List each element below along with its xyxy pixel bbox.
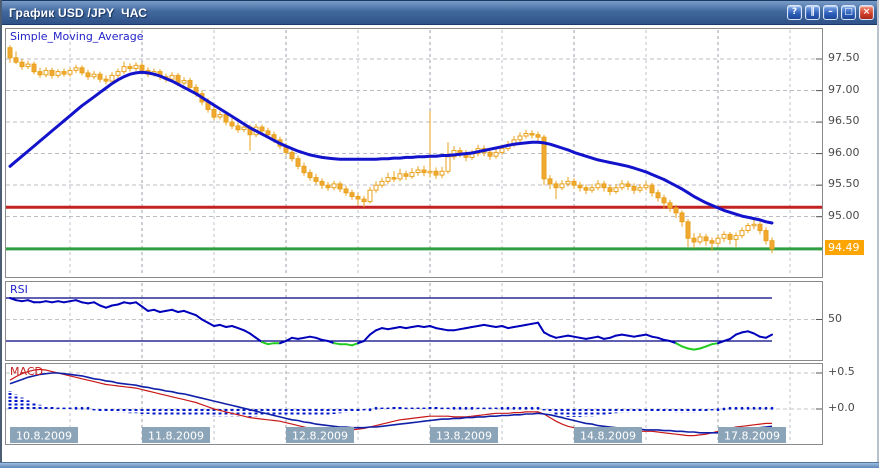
price-chart-canvas[interactable] — [6, 29, 822, 277]
date-box: 11.8.2009 — [142, 427, 210, 443]
svg-text:11.8.2009: 11.8.2009 — [148, 430, 204, 443]
window-bottom-frame — [0, 462, 879, 468]
price-axis-label: 95.50 — [828, 177, 860, 190]
rsi-line — [10, 298, 772, 350]
rsi-canvas[interactable] — [6, 282, 822, 360]
price-axis-label: 97.50 — [828, 51, 860, 64]
price-axis-label: 97.00 — [828, 83, 860, 96]
date-box: 12.8.2009 — [286, 427, 354, 443]
minimize-button[interactable]: – — [823, 5, 838, 20]
chart-window: График USD /JPY ЧАС ?‖–□× Simple_Moving_… — [0, 0, 879, 468]
macd-canvas[interactable]: 10.8.2009 11.8.2009 12.8.2009 13.8.2009 14.8… — [6, 364, 822, 444]
time-axis[interactable]: 3ч12ч0012ч0012ч0012ч0012ч3ч12ч — [0, 444, 879, 461]
macd-axis-label: +0.0 — [828, 401, 855, 414]
rsi-indicator-label: RSI — [10, 283, 28, 296]
help-button[interactable]: ? — [787, 5, 802, 20]
sma-indicator-label: Simple_Moving_Average — [10, 30, 143, 43]
window-left-frame — [0, 0, 2, 468]
date-box: 14.8.2009 — [574, 427, 642, 443]
svg-text:14.8.2009: 14.8.2009 — [580, 430, 636, 443]
macd-indicator-label: MACD — [10, 365, 43, 378]
price-axis-label: 96.50 — [828, 114, 860, 127]
macd-signal-line — [10, 373, 772, 433]
date-box: 17.8.2009 — [718, 427, 786, 443]
price-axis-label: 96.00 — [828, 146, 860, 159]
price-chart-panel[interactable]: Simple_Moving_Average — [5, 28, 823, 278]
svg-text:10.8.2009: 10.8.2009 — [16, 430, 72, 443]
date-box: 13.8.2009 — [430, 427, 498, 443]
date-box: 10.8.2009 — [10, 427, 78, 443]
svg-text:13.8.2009: 13.8.2009 — [436, 430, 492, 443]
title-bar[interactable]: График USD /JPY ЧАС ?‖–□× — [0, 0, 879, 25]
rsi-panel[interactable]: RSI — [5, 281, 823, 361]
macd-panel[interactable]: 10.8.2009 11.8.2009 12.8.2009 13.8.2009 14.8… — [5, 363, 823, 445]
svg-text:17.8.2009: 17.8.2009 — [724, 430, 780, 443]
svg-text:12.8.2009: 12.8.2009 — [292, 430, 348, 443]
window-title: График USD /JPY ЧАС — [0, 6, 147, 20]
rsi-axis-label: 50 — [828, 312, 842, 325]
window-controls: ?‖–□× — [787, 5, 879, 20]
current-price-badge: 94.49 — [825, 240, 864, 255]
close-button[interactable]: × — [859, 5, 874, 20]
pause-button[interactable]: ‖ — [805, 5, 820, 20]
price-axis-label: 95.00 — [828, 209, 860, 222]
macd-histogram — [10, 391, 773, 417]
macd-axis-label: +0.5 — [828, 365, 855, 378]
maximize-button[interactable]: □ — [841, 5, 856, 20]
